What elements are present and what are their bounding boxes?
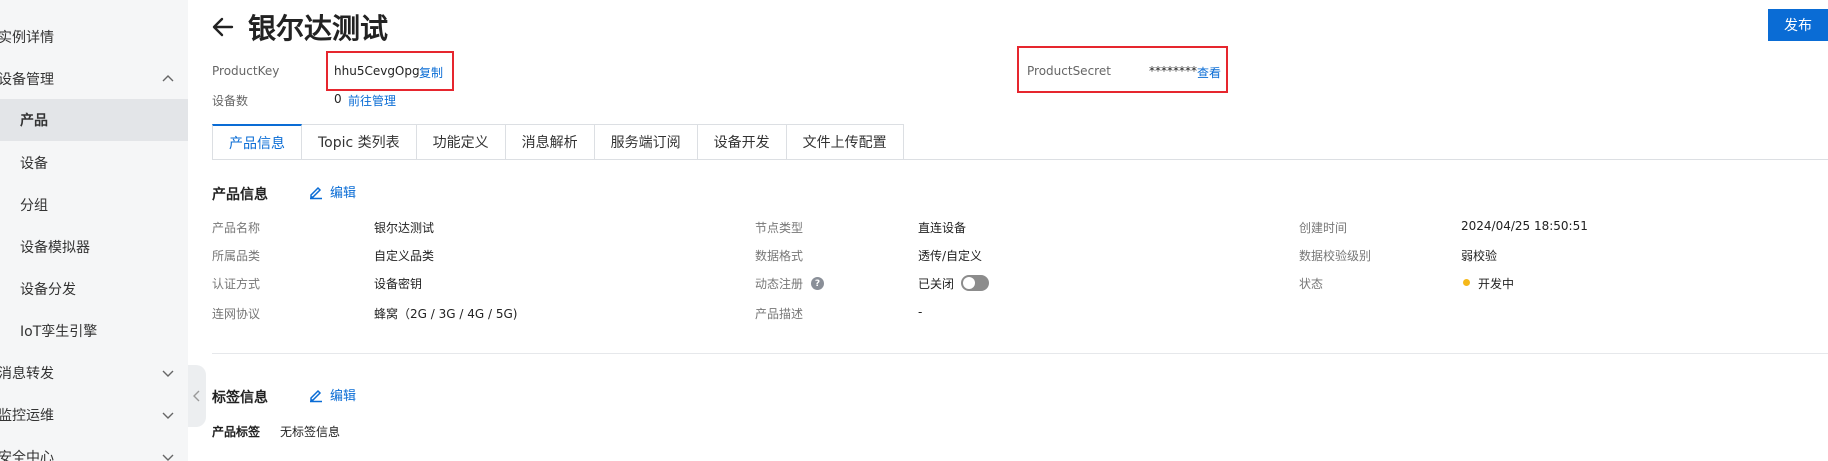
sidebar-collapse-handle[interactable] xyxy=(188,365,206,427)
tab-topic-list[interactable]: Topic 类列表 xyxy=(302,124,417,160)
edit-label: 编辑 xyxy=(330,186,357,201)
chevron-up-icon xyxy=(162,75,174,82)
field-value-description: - xyxy=(918,305,923,319)
tab-function-definition[interactable]: 功能定义 xyxy=(416,124,506,160)
sidebar-item-instance-detail[interactable]: 实例详情 xyxy=(0,16,188,58)
copy-link[interactable]: 复制 xyxy=(419,64,443,81)
field-value-created-time: 2024/04/25 18:50:51 xyxy=(1461,219,1588,233)
sidebar-item-label: 设备模拟器 xyxy=(20,240,90,256)
tab-bar: 产品信息 Topic 类列表 功能定义 消息解析 服务端订阅 设备开发 文件上传… xyxy=(212,124,904,160)
field-value-product-name: 银尔达测试 xyxy=(374,221,435,235)
field-label-category: 所属品类 xyxy=(212,249,261,263)
sidebar-item-message-forwarding[interactable]: 消息转发 xyxy=(0,352,188,394)
dynamic-register-toggle[interactable] xyxy=(961,275,989,291)
device-count-label: 设备数 xyxy=(212,94,249,108)
sidebar-item-label: 分组 xyxy=(20,198,48,214)
sidebar-item-label: 安全中心 xyxy=(0,450,54,461)
field-label-data-format: 数据格式 xyxy=(755,249,804,263)
tab-bar-underline xyxy=(212,159,1828,160)
product-info-title: 产品信息 xyxy=(212,187,268,203)
edit-icon xyxy=(310,186,322,199)
sidebar-item-device[interactable]: 设备 xyxy=(0,142,188,184)
field-value-dynamic-register: 已关闭 xyxy=(918,277,955,291)
tab-file-upload-config[interactable]: 文件上传配置 xyxy=(786,124,904,160)
field-label-status: 状态 xyxy=(1299,277,1324,291)
sidebar-item-label: 设备 xyxy=(20,156,48,172)
tag-info-title: 标签信息 xyxy=(212,390,268,406)
field-label-created-time: 创建时间 xyxy=(1299,221,1348,235)
sidebar-item-label: 消息转发 xyxy=(0,366,54,382)
field-label-dynamic-register: 动态注册 xyxy=(755,277,804,291)
tab-server-subscription[interactable]: 服务端订阅 xyxy=(594,124,698,160)
edit-icon xyxy=(310,389,322,402)
field-label-product-name: 产品名称 xyxy=(212,221,261,235)
chevron-down-icon xyxy=(162,412,174,419)
chevron-down-icon xyxy=(162,370,174,377)
sidebar-item-iot-twin-engine[interactable]: IoT孪生引擎 xyxy=(0,310,188,352)
edit-label: 编辑 xyxy=(330,389,357,404)
sidebar-item-security-center[interactable]: 安全中心 xyxy=(0,436,188,461)
sidebar-item-label: 产品 xyxy=(20,113,48,129)
field-value-category: 自定义品类 xyxy=(374,249,435,263)
sidebar-item-device-simulator[interactable]: 设备模拟器 xyxy=(0,226,188,268)
tab-product-info[interactable]: 产品信息 xyxy=(212,124,302,160)
product-info-edit-button[interactable]: 编辑 xyxy=(308,182,356,201)
field-value-data-format: 透传/自定义 xyxy=(918,249,983,263)
sidebar-item-label: 设备分发 xyxy=(20,282,76,298)
product-tag-value: 无标签信息 xyxy=(280,425,341,439)
sidebar-item-label: 实例详情 xyxy=(0,30,54,46)
field-value-auth: 设备密钥 xyxy=(374,277,423,291)
chevron-down-icon xyxy=(162,454,174,461)
goto-manage-link[interactable]: 前往管理 xyxy=(348,92,396,109)
tag-info-edit-button[interactable]: 编辑 xyxy=(308,385,356,404)
product-tag-label: 产品标签 xyxy=(212,425,261,439)
tab-device-development[interactable]: 设备开发 xyxy=(697,124,787,160)
sidebar-item-product[interactable]: 产品 xyxy=(0,99,188,141)
sidebar-item-device-distribution[interactable]: 设备分发 xyxy=(0,268,188,310)
tab-message-parsing[interactable]: 消息解析 xyxy=(505,124,595,160)
field-value-status: 开发中 xyxy=(1478,277,1515,291)
page-title: 银尔达测试 xyxy=(248,12,389,45)
field-label-auth: 认证方式 xyxy=(212,277,261,291)
sidebar: 实例详情 设备管理 产品 设备 分组 设备模拟器 设备分发 IoT孪生引擎 消息… xyxy=(0,0,188,461)
field-label-description: 产品描述 xyxy=(755,307,804,321)
view-secret-link[interactable]: 查看 xyxy=(1197,64,1221,81)
field-label-node-type: 节点类型 xyxy=(755,221,804,235)
field-value-check-level: 弱校验 xyxy=(1461,249,1498,263)
sidebar-item-label: 监控运维 xyxy=(0,408,54,424)
sidebar-item-monitoring[interactable]: 监控运维 xyxy=(0,394,188,436)
field-label-protocol: 连网协议 xyxy=(212,307,261,321)
status-dot xyxy=(1463,279,1470,286)
publish-button[interactable]: 发布 xyxy=(1768,9,1828,41)
field-value-protocol: 蜂窝（2G / 3G / 4G / 5G) xyxy=(374,307,518,321)
section-divider xyxy=(212,353,1828,354)
back-arrow-icon[interactable] xyxy=(210,14,236,40)
product-key-label: ProductKey xyxy=(212,64,280,78)
field-value-node-type: 直连设备 xyxy=(918,221,967,235)
sidebar-item-label: 设备管理 xyxy=(0,72,54,88)
sidebar-item-group[interactable]: 分组 xyxy=(0,184,188,226)
sidebar-item-label: IoT孪生引擎 xyxy=(20,324,98,340)
product-secret-label: ProductSecret xyxy=(1027,64,1111,78)
device-count-value: 0 xyxy=(334,92,342,106)
sidebar-item-device-management[interactable]: 设备管理 xyxy=(0,58,188,100)
product-key-value: hhu5CevgOpg xyxy=(334,64,420,78)
field-label-check-level: 数据校验级别 xyxy=(1299,249,1372,263)
product-secret-value: ******** xyxy=(1149,64,1197,78)
chevron-left-icon xyxy=(193,390,200,402)
help-icon[interactable]: ? xyxy=(811,277,824,290)
